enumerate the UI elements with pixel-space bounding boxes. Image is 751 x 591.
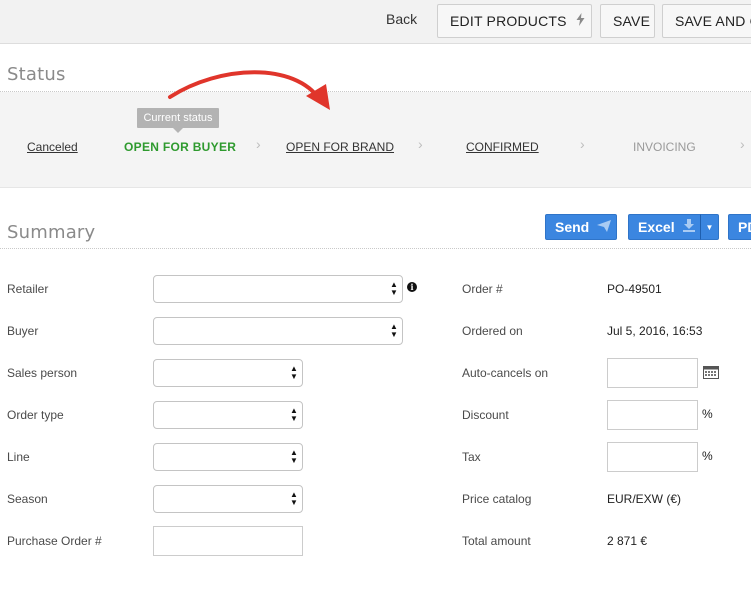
- sales-person-select[interactable]: ▲ ▼: [153, 359, 303, 387]
- auto-cancels-label: Auto-cancels on: [462, 366, 549, 380]
- pdf-button[interactable]: PD: [728, 214, 751, 240]
- current-status-tooltip: Current status: [137, 108, 219, 133]
- buyer-select[interactable]: ▲ ▼: [153, 317, 403, 345]
- retailer-select[interactable]: ▲ ▼: [153, 275, 403, 303]
- purchase-order-input[interactable]: [153, 526, 303, 556]
- order-number-value: PO-49501: [607, 282, 662, 296]
- edit-products-label: EDIT PRODUCTS: [450, 13, 567, 29]
- status-step-open-for-brand[interactable]: OPEN FOR BRAND: [286, 140, 394, 154]
- excel-label: Excel: [638, 219, 675, 235]
- edit-products-button[interactable]: EDIT PRODUCTS: [437, 4, 592, 38]
- sales-person-label: Sales person: [7, 366, 78, 380]
- summary-divider: [0, 248, 751, 249]
- chevron-right-icon: ›: [418, 136, 423, 152]
- summary-heading: Summary: [7, 222, 96, 243]
- excel-button[interactable]: Excel: [628, 214, 701, 240]
- retailer-label: Retailer: [7, 282, 49, 296]
- excel-dropdown-toggle[interactable]: ▼: [700, 214, 719, 240]
- purchase-order-label: Purchase Order #: [7, 534, 102, 548]
- status-step-invoicing: INVOICING: [633, 140, 696, 154]
- status-step-canceled[interactable]: Canceled: [27, 140, 78, 154]
- paper-plane-icon: [597, 219, 612, 235]
- order-type-select[interactable]: ▲ ▼: [153, 401, 303, 429]
- discount-label: Discount: [462, 408, 509, 422]
- calendar-icon[interactable]: [703, 365, 719, 379]
- download-icon: [682, 219, 695, 235]
- ordered-on-value: Jul 5, 2016, 16:53: [607, 324, 703, 338]
- total-amount-value: 2 871 €: [607, 534, 648, 548]
- season-label: Season: [7, 492, 48, 506]
- send-button[interactable]: Send: [545, 214, 617, 240]
- status-step-confirmed[interactable]: CONFIRMED: [466, 140, 539, 154]
- tax-label: Tax: [462, 450, 481, 464]
- order-number-label: Order #: [462, 282, 503, 296]
- select-arrows-icon: ▲ ▼: [290, 406, 298, 423]
- select-arrows-icon: ▲ ▼: [290, 364, 298, 381]
- chevron-right-icon: ›: [256, 136, 261, 152]
- save-label: SAVE: [613, 13, 651, 29]
- discount-input[interactable]: [607, 400, 698, 430]
- status-step-open-for-buyer: OPEN FOR BUYER: [124, 140, 237, 154]
- total-amount-label: Total amount: [462, 534, 531, 548]
- send-label: Send: [555, 219, 590, 235]
- back-link[interactable]: Back: [386, 11, 417, 27]
- save-and-close-button[interactable]: SAVE AND C: [662, 4, 751, 38]
- select-arrows-icon: ▲ ▼: [390, 322, 398, 339]
- info-icon[interactable]: i: [407, 282, 417, 292]
- order-type-label: Order type: [7, 408, 64, 422]
- top-toolbar: Back EDIT PRODUCTS SAVE SAVE AND C: [0, 0, 751, 44]
- line-select[interactable]: ▲ ▼: [153, 443, 303, 471]
- tax-percent-unit: %: [702, 449, 713, 463]
- save-button[interactable]: SAVE: [600, 4, 655, 38]
- save-and-close-label: SAVE AND C: [675, 13, 751, 29]
- status-heading: Status: [7, 64, 66, 85]
- line-label: Line: [7, 450, 30, 464]
- season-select[interactable]: ▲ ▼: [153, 485, 303, 513]
- discount-percent-unit: %: [702, 407, 713, 421]
- chevron-right-icon: ›: [580, 136, 585, 152]
- caret-down-icon: ▼: [705, 222, 714, 232]
- auto-cancels-date-input[interactable]: [607, 358, 698, 388]
- chevron-right-icon: ›: [740, 136, 745, 152]
- select-arrows-icon: ▲ ▼: [390, 280, 398, 297]
- tax-input[interactable]: [607, 442, 698, 472]
- price-catalog-value: EUR/EXW (€): [607, 492, 682, 506]
- bolt-icon: [576, 13, 585, 29]
- select-arrows-icon: ▲ ▼: [290, 490, 298, 507]
- pdf-label: PD: [738, 219, 751, 235]
- price-catalog-label: Price catalog: [462, 492, 532, 506]
- select-arrows-icon: ▲ ▼: [290, 448, 298, 465]
- buyer-label: Buyer: [7, 324, 39, 338]
- ordered-on-label: Ordered on: [462, 324, 523, 338]
